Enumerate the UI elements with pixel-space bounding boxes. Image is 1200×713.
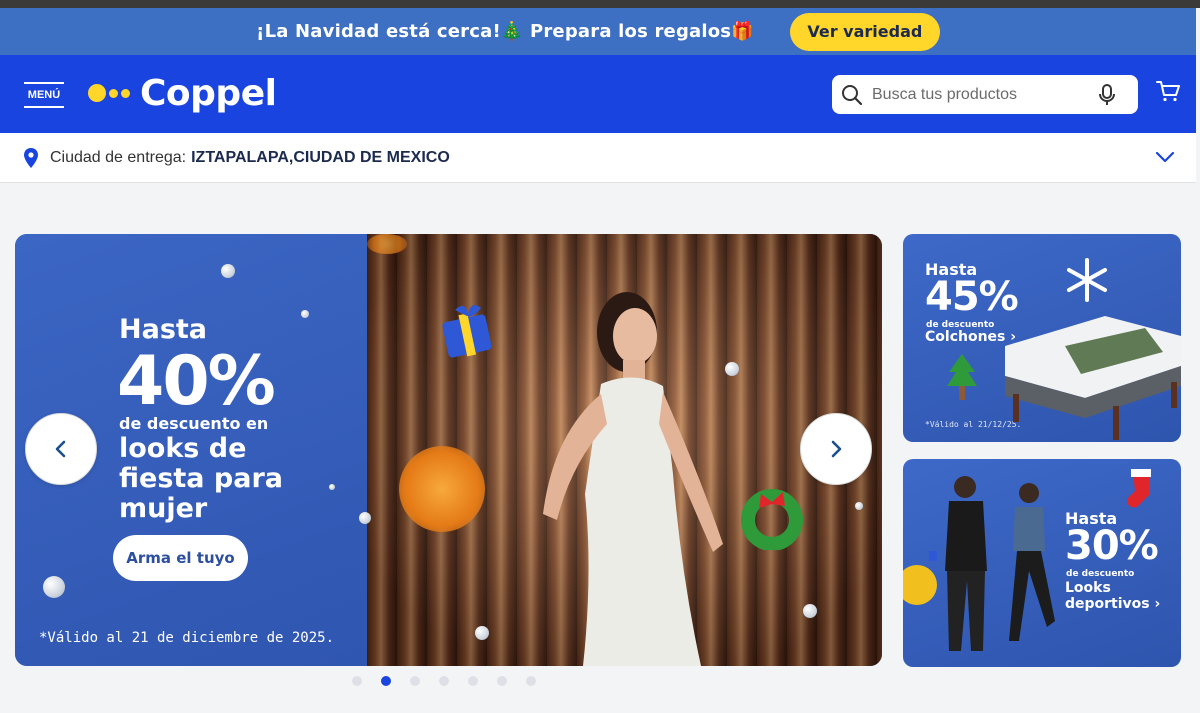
ornament-decoration-icon — [903, 551, 937, 605]
delivery-city: IZTAPALAPA,CIUDAD DE MEXICO — [191, 148, 450, 166]
hero-hasta: Hasta — [119, 314, 208, 345]
search-bar — [832, 75, 1138, 114]
carousel-dot[interactable] — [497, 676, 507, 686]
cart-icon[interactable] — [1154, 77, 1182, 105]
wreath-decoration-icon — [741, 489, 803, 550]
athletes-image — [945, 476, 1055, 651]
card-description: de descuento — [1066, 569, 1135, 579]
model-figure — [543, 292, 723, 666]
carousel-prev-button[interactable] — [25, 413, 97, 485]
stocking-decoration-icon — [1127, 469, 1151, 508]
carousel-next-button[interactable] — [800, 413, 872, 485]
hero-legal-text: *Válido al 21 de diciembre de 2025. — [39, 630, 335, 646]
mattress-image — [1005, 316, 1181, 440]
carousel-dot[interactable] — [410, 676, 420, 686]
logo-dots-icon — [88, 84, 130, 102]
hero-discount-percent: 40% — [117, 342, 276, 421]
location-pin-icon — [24, 147, 38, 168]
bokeh-decoration — [367, 234, 407, 254]
promo-card-looks-deportivos[interactable]: Hasta 30% de descuento Looks deportivos … — [903, 459, 1181, 667]
chevron-right-icon — [831, 440, 842, 458]
carousel-pagination — [352, 676, 555, 686]
bokeh-decoration — [399, 446, 485, 532]
arma-el-tuyo-button[interactable]: Arma el tuyo — [113, 535, 248, 581]
promo-bar: ¡La Navidad está cerca!🎄 Prepara los reg… — [0, 8, 1196, 55]
delivery-label: Ciudad de entrega: — [50, 148, 187, 166]
chevron-left-icon — [55, 440, 66, 458]
hero-description: de descuento en — [119, 414, 269, 433]
browser-edge — [0, 0, 1200, 8]
microphone-icon[interactable] — [1096, 83, 1118, 107]
hero-banner[interactable]: Hasta 40% de descuento en looks de fiest… — [15, 234, 882, 666]
hero-headline: looks de fiesta para mujer — [119, 433, 284, 524]
card-category-line1: Looks — [1065, 580, 1111, 596]
promo-card-colchones[interactable]: Hasta 45% de descuento Colchones › *Váli… — [903, 234, 1181, 442]
chevron-down-icon[interactable] — [1154, 147, 1176, 167]
promo-text: ¡La Navidad está cerca!🎄 Prepara los reg… — [256, 21, 754, 42]
search-icon[interactable] — [840, 83, 864, 107]
menu-button[interactable]: MENÚ — [24, 82, 64, 108]
carousel-dot[interactable] — [526, 676, 536, 686]
carousel-dot[interactable] — [381, 676, 391, 686]
card-discount-percent: 30% — [1065, 523, 1159, 569]
snowflake-icon — [1067, 258, 1107, 302]
carousel-dot[interactable] — [352, 676, 362, 686]
logo-text: Coppel — [140, 72, 277, 114]
search-input[interactable] — [872, 85, 1092, 104]
tree-decoration-icon — [947, 354, 977, 400]
gift-decoration-icon — [442, 305, 492, 358]
card-category-line2: deportivos › — [1065, 596, 1161, 612]
coppel-logo[interactable]: Coppel — [88, 72, 277, 114]
ver-variedad-button[interactable]: Ver variedad — [789, 12, 940, 51]
delivery-location-bar[interactable]: Ciudad de entrega: IZTAPALAPA,CIUDAD DE … — [0, 133, 1196, 183]
carousel-dot[interactable] — [468, 676, 478, 686]
main-header: MENÚ Coppel — [0, 55, 1196, 133]
carousel-dot[interactable] — [439, 676, 449, 686]
